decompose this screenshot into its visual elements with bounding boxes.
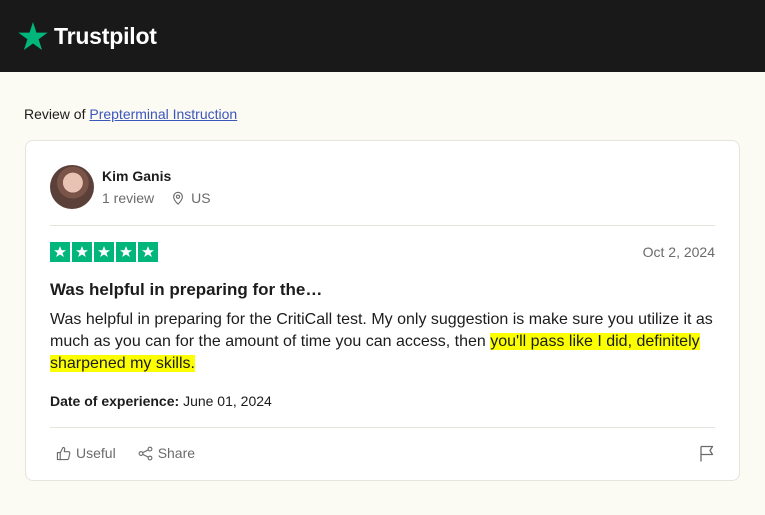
reviewer-country: US — [191, 190, 211, 206]
flag-icon[interactable] — [699, 445, 715, 462]
review-card: Kim Ganis 1 review US Oct 2, 2024 Was he… — [25, 140, 740, 481]
star-rating — [50, 242, 158, 262]
thumbs-up-icon — [56, 446, 71, 460]
star-icon — [116, 242, 136, 262]
divider-bottom — [50, 427, 715, 428]
useful-button[interactable]: Useful — [56, 445, 116, 461]
company-link[interactable]: Prepterminal Instruction — [89, 106, 237, 122]
star-icon — [72, 242, 92, 262]
date-of-experience: Date of experience: June 01, 2024 — [50, 393, 272, 409]
review-title[interactable]: Was helpful in preparing for the… — [50, 280, 322, 300]
review-date: Oct 2, 2024 — [642, 244, 715, 260]
reviewer-meta: 1 review US — [102, 190, 211, 206]
share-label: Share — [157, 445, 196, 461]
experience-label: Date of experience: — [50, 393, 180, 409]
star-icon — [50, 242, 70, 262]
review-count: 1 review — [102, 190, 155, 206]
share-button[interactable]: Share — [138, 445, 195, 461]
avatar[interactable] — [50, 165, 94, 209]
divider-top — [50, 225, 715, 226]
location-pin-icon — [173, 191, 184, 205]
review-body: Was helpful in preparing for the CritiCa… — [50, 309, 722, 375]
brand-name: Trustpilot — [54, 22, 157, 49]
review-of-line: Review of Prepterminal Instruction — [24, 106, 237, 122]
share-icon — [138, 446, 153, 460]
top-bar: Trustpilot — [0, 0, 765, 72]
star-icon — [138, 242, 158, 262]
review-actions: Useful Share — [56, 445, 195, 461]
review-of-prefix: Review of — [24, 106, 86, 122]
star-icon — [94, 242, 114, 262]
reviewer-name[interactable]: Kim Ganis — [102, 168, 171, 184]
trustpilot-star-icon — [18, 22, 48, 50]
useful-label: Useful — [76, 445, 116, 461]
trustpilot-logo[interactable]: Trustpilot — [17, 20, 157, 52]
experience-date: June 01, 2024 — [183, 393, 272, 409]
